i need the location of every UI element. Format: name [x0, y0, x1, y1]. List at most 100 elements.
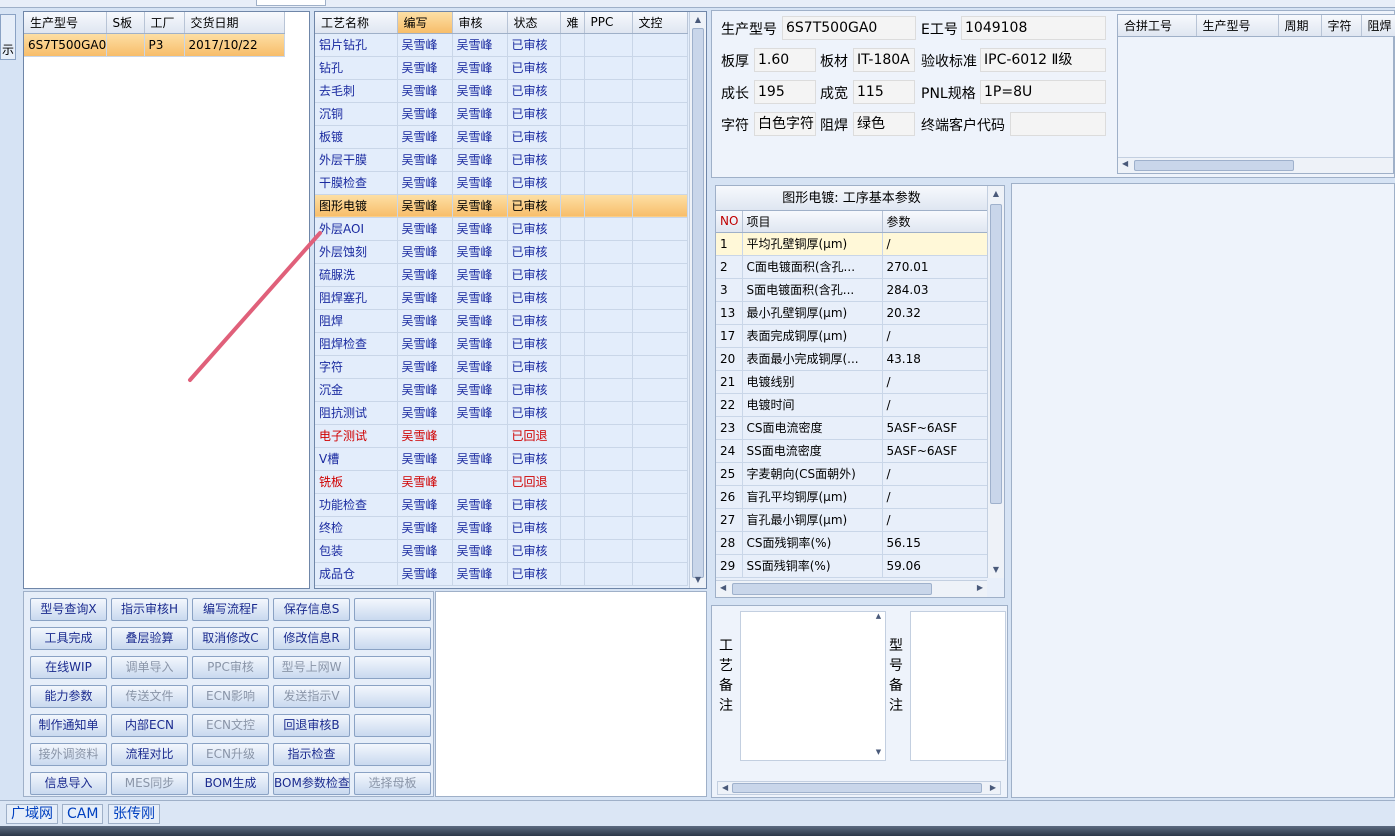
action-button[interactable]: 指示审核H	[111, 598, 188, 621]
scroll-down-icon[interactable]: ▼	[690, 572, 706, 588]
action-button[interactable]	[354, 656, 431, 679]
process-row[interactable]: 去毛刺 吴雪峰 吴雪峰 已审核	[315, 79, 688, 103]
process-row[interactable]: 阻焊塞孔 吴雪峰 吴雪峰 已审核	[315, 286, 688, 310]
process-col-header[interactable]: 状态	[507, 12, 561, 34]
scroll-thumb[interactable]	[990, 204, 1002, 504]
params-row[interactable]: 27 盲孔最小铜厚(μm) /	[716, 508, 988, 532]
action-button[interactable]	[354, 743, 431, 766]
action-button[interactable]: PPC审核	[192, 656, 269, 679]
process-row[interactable]: 字符 吴雪峰 吴雪峰 已审核	[315, 355, 688, 379]
action-button[interactable]	[354, 627, 431, 650]
process-col-header[interactable]: 编写	[397, 12, 453, 34]
params-row[interactable]: 22 电镀时间 /	[716, 393, 988, 417]
material-field[interactable]: IT-180A	[853, 48, 915, 72]
hscroll-thumb[interactable]	[732, 783, 982, 793]
model-note-field[interactable]	[910, 611, 1006, 761]
params-row[interactable]: 29 SS面残铜率(%) 59.06	[716, 554, 988, 578]
action-button[interactable]	[354, 598, 431, 621]
width-field[interactable]: 115	[853, 80, 915, 104]
process-col-header[interactable]: PPC	[584, 12, 633, 34]
process-col-header[interactable]: 工艺名称	[315, 12, 398, 34]
action-button[interactable]: 编写流程F	[192, 598, 269, 621]
orders-col-header[interactable]: 生产型号	[24, 12, 107, 34]
action-button[interactable]: 传送文件	[111, 685, 188, 708]
scroll-left-icon[interactable]: ◀	[1122, 159, 1128, 168]
params-row[interactable]: 24 SS面电流密度 5ASF~6ASF	[716, 439, 988, 463]
scroll-right-icon[interactable]: ▶	[977, 583, 983, 592]
action-button[interactable]: 选择母板	[354, 772, 431, 795]
left-side-tab[interactable]: 示	[0, 14, 16, 60]
process-row[interactable]: 阻焊检查 吴雪峰 吴雪峰 已审核	[315, 332, 688, 356]
hscroll-thumb[interactable]	[732, 583, 932, 595]
standard-field[interactable]: IPC-6012 Ⅱ级	[980, 48, 1106, 72]
scroll-thumb[interactable]	[692, 28, 704, 578]
process-row[interactable]: 铝片钻孔 吴雪峰 吴雪峰 已审核	[315, 33, 688, 57]
params-row[interactable]: 23 CS面电流密度 5ASF~6ASF	[716, 416, 988, 440]
process-row[interactable]: 沉铜 吴雪峰 吴雪峰 已审核	[315, 102, 688, 126]
action-button[interactable]: 流程对比	[111, 743, 188, 766]
table-row[interactable]: 6S7T500GA0 P3 2017/10/22	[24, 33, 285, 57]
action-button[interactable]: 修改信息R	[273, 627, 350, 650]
process-row[interactable]: 图形电镀 吴雪峰 吴雪峰 已审核	[315, 194, 688, 218]
mask-field[interactable]: 绿色	[853, 112, 915, 136]
process-row[interactable]: 板镀 吴雪峰 吴雪峰 已审核	[315, 125, 688, 149]
process-row[interactable]: V槽 吴雪峰 吴雪峰 已审核	[315, 447, 688, 471]
action-button[interactable]: 取消修改C	[192, 627, 269, 650]
params-col-header[interactable]: NO	[716, 211, 743, 233]
client-field[interactable]	[1010, 112, 1106, 136]
params-col-header[interactable]: 项目	[742, 211, 883, 233]
action-button[interactable]: 工具完成	[30, 627, 107, 650]
params-row[interactable]: 13 最小孔壁铜厚(μm) 20.32	[716, 301, 988, 325]
merge-col-header[interactable]: 字符	[1321, 15, 1362, 37]
action-button[interactable]: 型号查询X	[30, 598, 107, 621]
params-row[interactable]: 25 字麦朝向(CS面朝外) /	[716, 462, 988, 486]
model-field[interactable]: 6S7T500GA0	[782, 16, 916, 40]
merge-col-header[interactable]: 生产型号	[1196, 15, 1279, 37]
action-button[interactable]: 型号上网W	[273, 656, 350, 679]
process-row[interactable]: 阻焊 吴雪峰 吴雪峰 已审核	[315, 309, 688, 333]
params-row[interactable]: 3 S面电镀面积(含孔... 284.03	[716, 278, 988, 302]
action-button[interactable]	[354, 685, 431, 708]
action-button[interactable]: ECN文控	[192, 714, 269, 737]
params-hscrollbar[interactable]: ◀ ▶	[716, 580, 987, 597]
params-row[interactable]: 28 CS面残铜率(%) 56.15	[716, 531, 988, 555]
process-col-header[interactable]: 审核	[452, 12, 508, 34]
process-scrollbar[interactable]: ▲ ▼	[689, 12, 706, 588]
scroll-right-icon[interactable]: ▶	[990, 783, 996, 792]
params-row[interactable]: 2 C面电镀面积(含孔... 270.01	[716, 255, 988, 279]
action-button[interactable]: 保存信息S	[273, 598, 350, 621]
params-row[interactable]: 21 电镀线别 /	[716, 370, 988, 394]
action-button[interactable]: 内部ECN	[111, 714, 188, 737]
action-button[interactable]: 发送指示V	[273, 685, 350, 708]
process-row[interactable]: 包装 吴雪峰 吴雪峰 已审核	[315, 539, 688, 563]
length-field[interactable]: 195	[754, 80, 816, 104]
scroll-up-icon[interactable]: ▲	[988, 186, 1004, 202]
process-col-header[interactable]: 文控	[632, 12, 688, 34]
scroll-left-icon[interactable]: ◀	[722, 783, 728, 792]
pnl-field[interactable]: 1P=8U	[980, 80, 1106, 104]
process-row[interactable]: 外层蚀刻 吴雪峰 吴雪峰 已审核	[315, 240, 688, 264]
char-field[interactable]: 白色字符	[754, 112, 816, 136]
scroll-down-icon[interactable]: ▼	[988, 562, 1004, 578]
action-button[interactable]: 在线WIP	[30, 656, 107, 679]
action-button[interactable]	[354, 714, 431, 737]
process-row[interactable]: 硫脲洗 吴雪峰 吴雪峰 已审核	[315, 263, 688, 287]
orders-col-header[interactable]: S板	[106, 12, 145, 34]
action-button[interactable]: ECN影响	[192, 685, 269, 708]
params-row[interactable]: 26 盲孔平均铜厚(μm) /	[716, 485, 988, 509]
notes-hscrollbar[interactable]: ◀ ▶	[717, 781, 1001, 795]
process-note-scroll[interactable]: ▲ ▼	[872, 612, 885, 760]
orders-col-header[interactable]: 交货日期	[184, 12, 285, 34]
merge-hscrollbar[interactable]: ◀	[1118, 157, 1393, 173]
action-button[interactable]: MES同步	[111, 772, 188, 795]
top-input[interactable]	[256, 0, 326, 6]
process-row[interactable]: 钻孔 吴雪峰 吴雪峰 已审核	[315, 56, 688, 80]
process-row[interactable]: 铣板 吴雪峰 已回退	[315, 470, 688, 494]
process-row[interactable]: 功能检查 吴雪峰 吴雪峰 已审核	[315, 493, 688, 517]
scroll-up-icon[interactable]: ▲	[690, 12, 706, 28]
params-scrollbar[interactable]: ▲ ▼	[987, 186, 1004, 578]
merge-col-header[interactable]: 阻焊	[1361, 15, 1395, 37]
params-row[interactable]: 1 平均孔壁铜厚(μm) /	[716, 232, 988, 256]
params-row[interactable]: 20 表面最小完成铜厚(... 43.18	[716, 347, 988, 371]
action-button[interactable]: 接外调资料	[30, 743, 107, 766]
